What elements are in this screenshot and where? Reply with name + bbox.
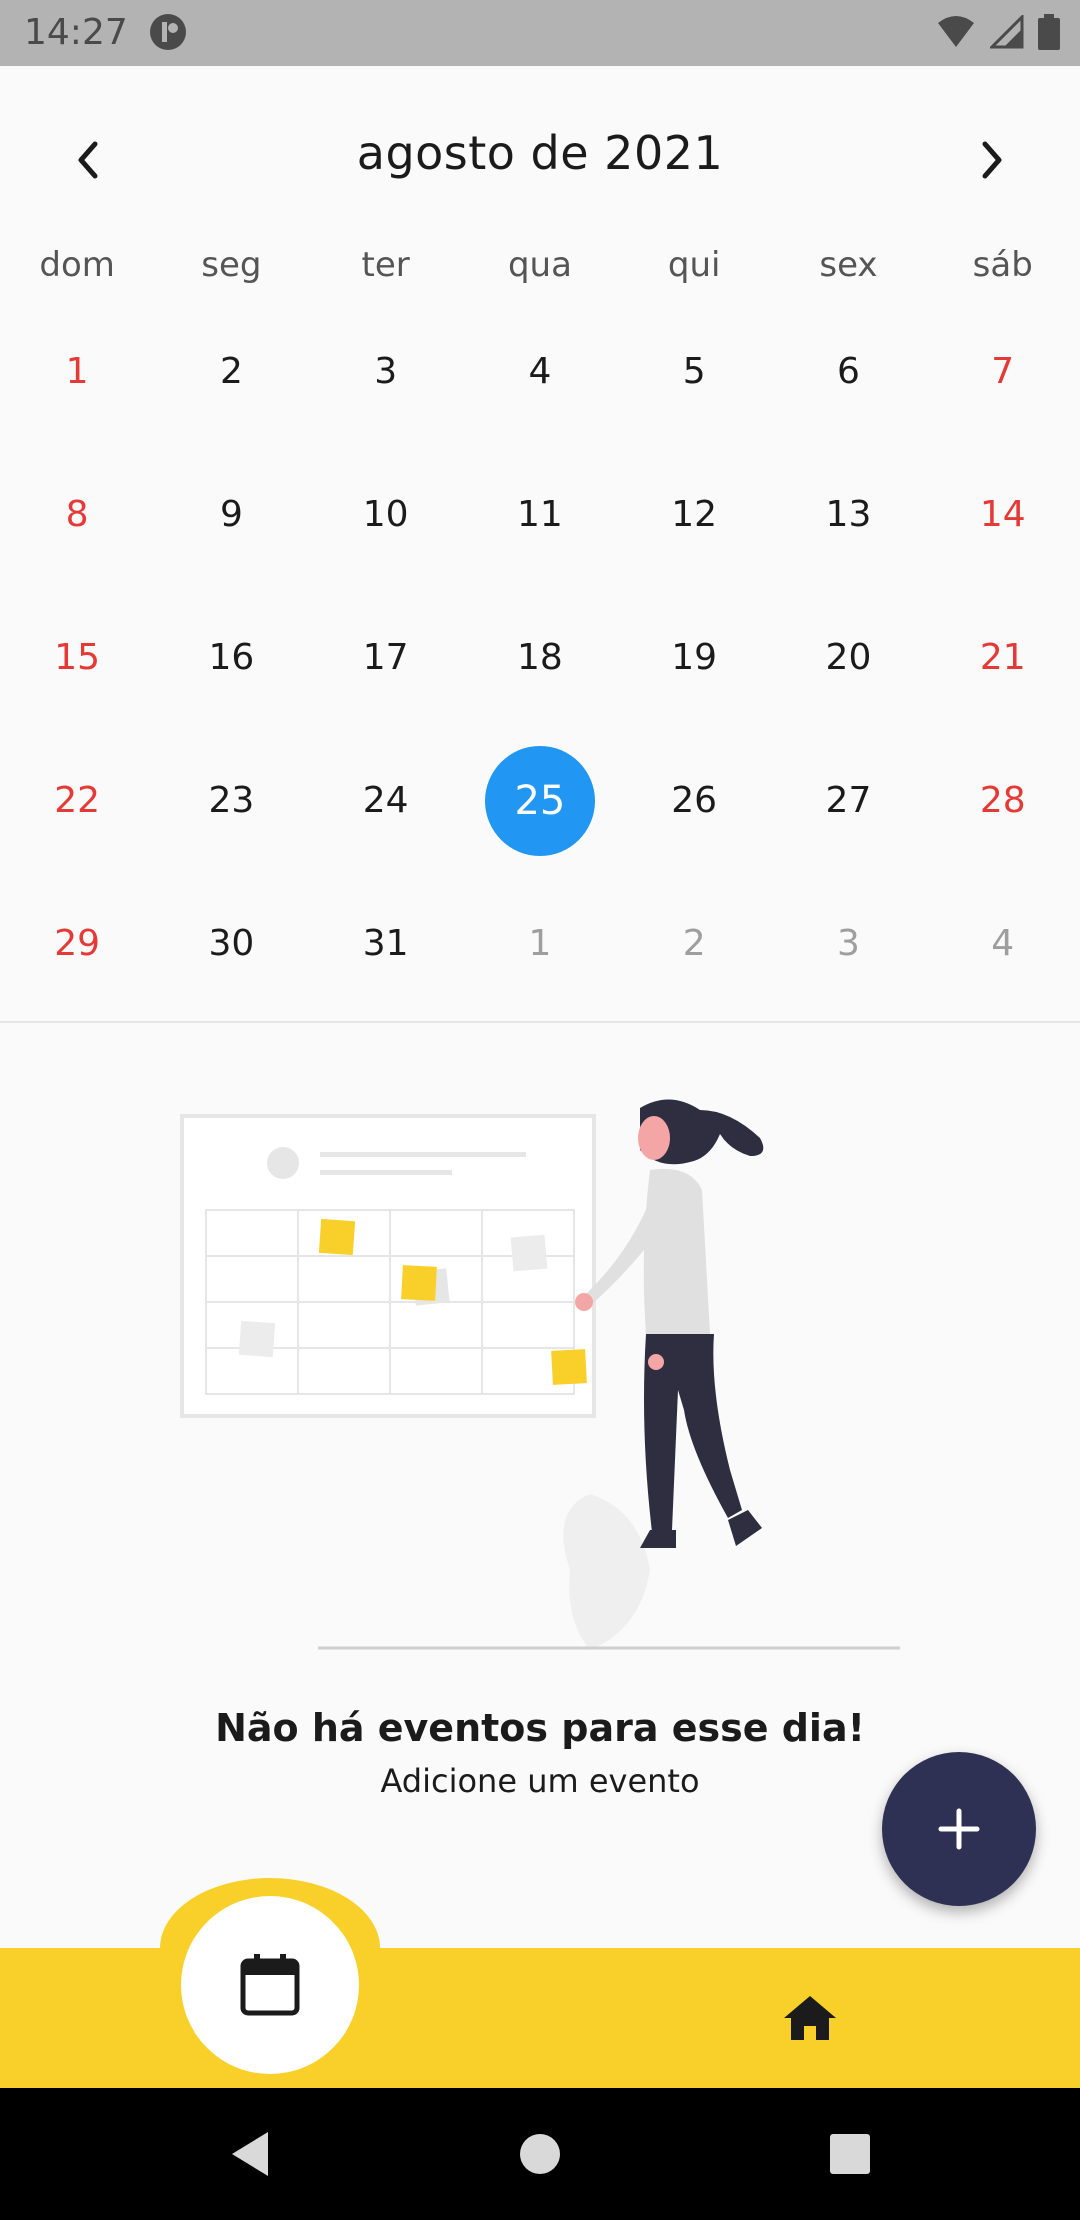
calendar-day[interactable]: 11 [463,443,617,586]
month-title: agosto de 2021 [356,126,724,180]
signal-icon [990,15,1024,49]
calendar-day[interactable]: 28 [926,729,1080,872]
empty-state-title: Não há eventos para esse dia! [215,1706,865,1750]
calendar-day[interactable]: 29 [0,872,154,1015]
square-icon [830,2134,870,2174]
calendar-day[interactable]: 17 [309,586,463,729]
calendar-day-other-month[interactable]: 4 [926,872,1080,1015]
calendar-day[interactable]: 18 [463,586,617,729]
weekday-label: sáb [972,245,1033,285]
calendar-week: 1 2 3 4 5 6 7 [0,300,1080,443]
weekday-label: ter [361,245,410,285]
calendar-day[interactable]: 5 [617,300,771,443]
calendar-day-selected[interactable]: 25 [463,729,617,872]
calendar-week: 8 9 10 11 12 13 14 [0,443,1080,586]
calendar-day[interactable]: 8 [0,443,154,586]
calendar-day-other-month[interactable]: 3 [771,872,925,1015]
calendar-day[interactable]: 27 [771,729,925,872]
calendar-day[interactable]: 2 [154,300,308,443]
weekday-label: dom [39,245,115,285]
calendar-day[interactable]: 12 [617,443,771,586]
calendar-day[interactable]: 21 [926,586,1080,729]
calendar-day[interactable]: 1 [0,300,154,443]
calendar-icon [240,1954,300,2016]
calendar-day[interactable]: 31 [309,872,463,1015]
calendar-week: 22 23 24 25 26 27 28 [0,729,1080,872]
add-event-button[interactable] [882,1752,1036,1906]
empty-calendar-illustration [180,1099,900,1650]
calendar-week: 29 30 31 1 2 3 4 [0,872,1080,1015]
calendar-day-other-month[interactable]: 1 [463,872,617,1015]
calendar-day[interactable]: 10 [309,443,463,586]
calendar-week: 15 16 17 18 19 20 21 [0,586,1080,729]
battery-icon [1038,14,1060,50]
calendar-day[interactable]: 26 [617,729,771,872]
calendar-tab[interactable] [181,1896,359,2074]
weekday-row: dom seg ter qua qui sex sáb [0,245,1080,305]
calendar-day[interactable]: 4 [463,300,617,443]
calendar-day[interactable]: 9 [154,443,308,586]
next-month-button[interactable] [962,130,1022,190]
chevron-right-icon [982,141,1002,179]
calendar-grid: 1 2 3 4 5 6 7 8 9 10 11 12 13 14 15 16 1… [0,300,1080,1015]
calendar-day[interactable]: 6 [771,300,925,443]
calendar-day[interactable]: 20 [771,586,925,729]
back-icon [232,2132,268,2176]
calendar-header: agosto de 2021 [0,110,1080,200]
status-bar: 14:27 [0,0,1080,66]
system-icons [936,14,1060,50]
bottom-navigation [0,1948,1080,2088]
calendar-day[interactable]: 15 [0,586,154,729]
calendar-day[interactable]: 13 [771,443,925,586]
calendar-day[interactable]: 19 [617,586,771,729]
weekday-label: qua [507,245,572,285]
home-tab[interactable] [778,1988,842,2048]
back-button[interactable] [218,2122,282,2186]
calendar-day[interactable]: 14 [926,443,1080,586]
calendar-day[interactable]: 22 [0,729,154,872]
app-notification-icon [150,14,186,50]
recents-button[interactable] [818,2122,882,2186]
calendar-day[interactable]: 7 [926,300,1080,443]
section-divider [0,1021,1080,1023]
weekday-label: qui [667,245,721,285]
wifi-icon [938,16,974,47]
calendar-day[interactable]: 24 [309,729,463,872]
home-system-button[interactable] [508,2122,572,2186]
calendar-day[interactable]: 30 [154,872,308,1015]
calendar-day-other-month[interactable]: 2 [617,872,771,1015]
calendar-day[interactable]: 16 [154,586,308,729]
system-navigation-bar [0,2088,1080,2220]
weekday-label: sex [819,245,878,285]
selected-day-number: 25 [514,777,566,824]
status-time: 14:27 [24,12,128,53]
plus-icon [938,1808,980,1850]
home-icon [784,1996,836,2040]
calendar-day[interactable]: 3 [309,300,463,443]
calendar-day[interactable]: 23 [154,729,308,872]
weekday-label: seg [201,245,262,285]
circle-icon [520,2134,560,2174]
